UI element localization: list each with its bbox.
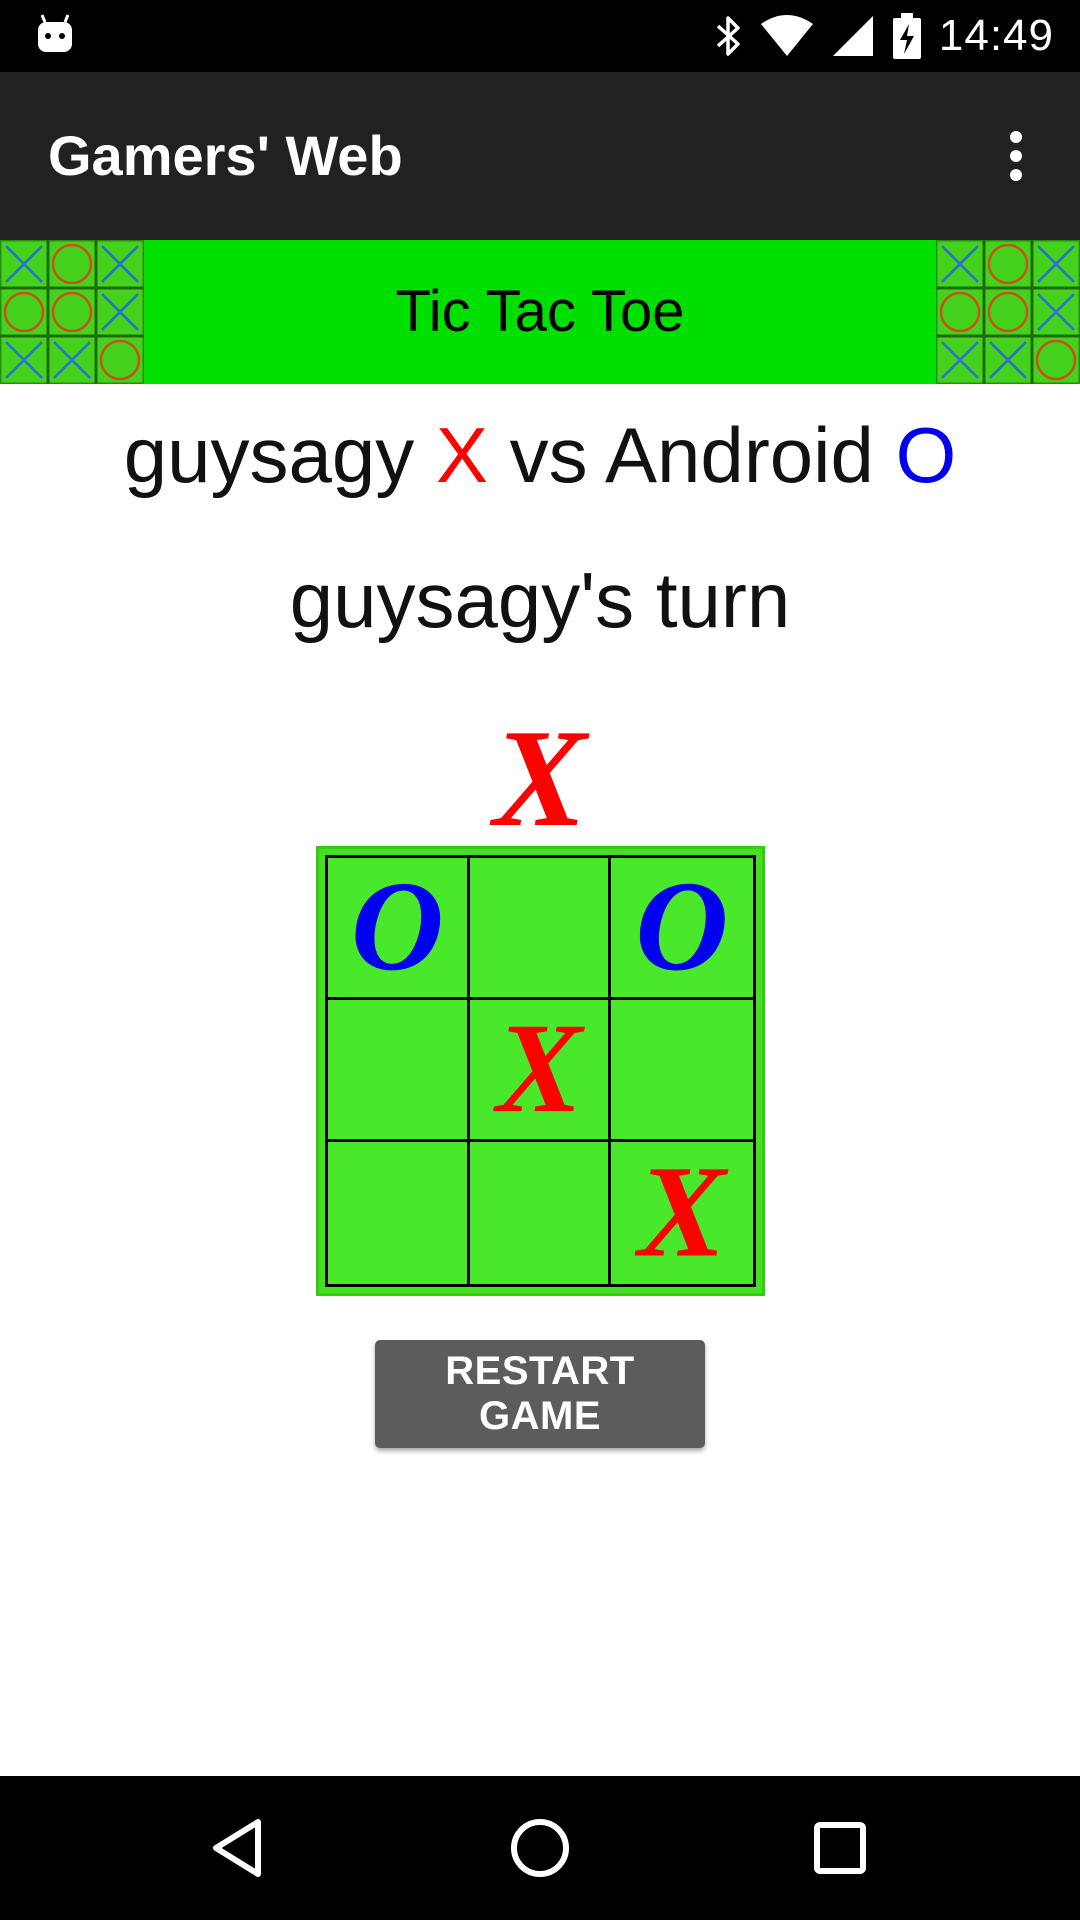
app-title: Gamers' Web [48, 124, 403, 187]
players-line: guysagy X vs Android O [0, 400, 1080, 510]
status-icons: 14:49 [713, 0, 1054, 72]
battery-charging-icon [892, 13, 921, 59]
cellular-signal-icon [832, 16, 873, 56]
app-bar: Gamers' Web [0, 72, 1080, 240]
cell-mark-text: X [492, 1000, 585, 1139]
board-cell-r2-c2[interactable]: X [469, 1000, 612, 1142]
x-mark-icon: X [492, 1000, 585, 1139]
turn-indicator: guysagy's turn [289, 556, 791, 644]
more-vert-icon [1010, 131, 1022, 181]
recents-icon[interactable] [800, 1808, 880, 1888]
board-grid: OOXX [325, 855, 756, 1287]
board-cell-r2-c1[interactable] [328, 1000, 470, 1142]
board-cell-r3-c1[interactable] [328, 1142, 470, 1284]
wifi-icon [760, 15, 813, 56]
o-mark-icon: O [636, 858, 729, 997]
cell-mark-text: X [634, 1142, 729, 1284]
player2-name: Android [605, 411, 874, 499]
cell-mark-text: O [636, 858, 729, 997]
restart-game-button[interactable]: RESTART GAME [375, 1340, 705, 1448]
android-debug-icon [38, 14, 72, 52]
board-cell-r3-c2[interactable] [469, 1142, 612, 1284]
bluetooth-icon [716, 16, 740, 56]
board-cell-r1-c3[interactable]: O [611, 858, 753, 1000]
game-banner: Tic Tac Toe [0, 240, 1080, 384]
back-icon[interactable] [200, 1808, 280, 1888]
o-mark-icon: O [351, 858, 444, 997]
board-cell-r1-c1[interactable]: O [328, 858, 470, 1000]
status-clock: 14:49 [938, 11, 1054, 60]
board-cell-r3-c3[interactable]: X [611, 1142, 753, 1284]
next-mark-text: X [489, 715, 590, 835]
game-title: Tic Tac Toe [395, 279, 685, 344]
next-mark-x-icon: X [489, 715, 590, 835]
game-board: OOXX [316, 846, 765, 1296]
overflow-menu-button[interactable] [982, 122, 1050, 190]
player1-name: guysagy [123, 411, 415, 499]
player1-mark: X [435, 411, 488, 499]
versus-label: vs [509, 411, 588, 499]
status-bar: 14:49 [0, 0, 1080, 72]
x-mark-icon: X [634, 1142, 729, 1284]
navigation-bar [0, 1776, 1080, 1920]
home-icon[interactable] [500, 1808, 580, 1888]
board-cell-r2-c3[interactable] [611, 1000, 753, 1142]
tic-tac-toe-icon [936, 240, 1080, 384]
board-cell-r1-c2[interactable] [469, 858, 612, 1000]
cell-mark-text: O [351, 858, 444, 997]
player2-mark: O [895, 411, 957, 499]
